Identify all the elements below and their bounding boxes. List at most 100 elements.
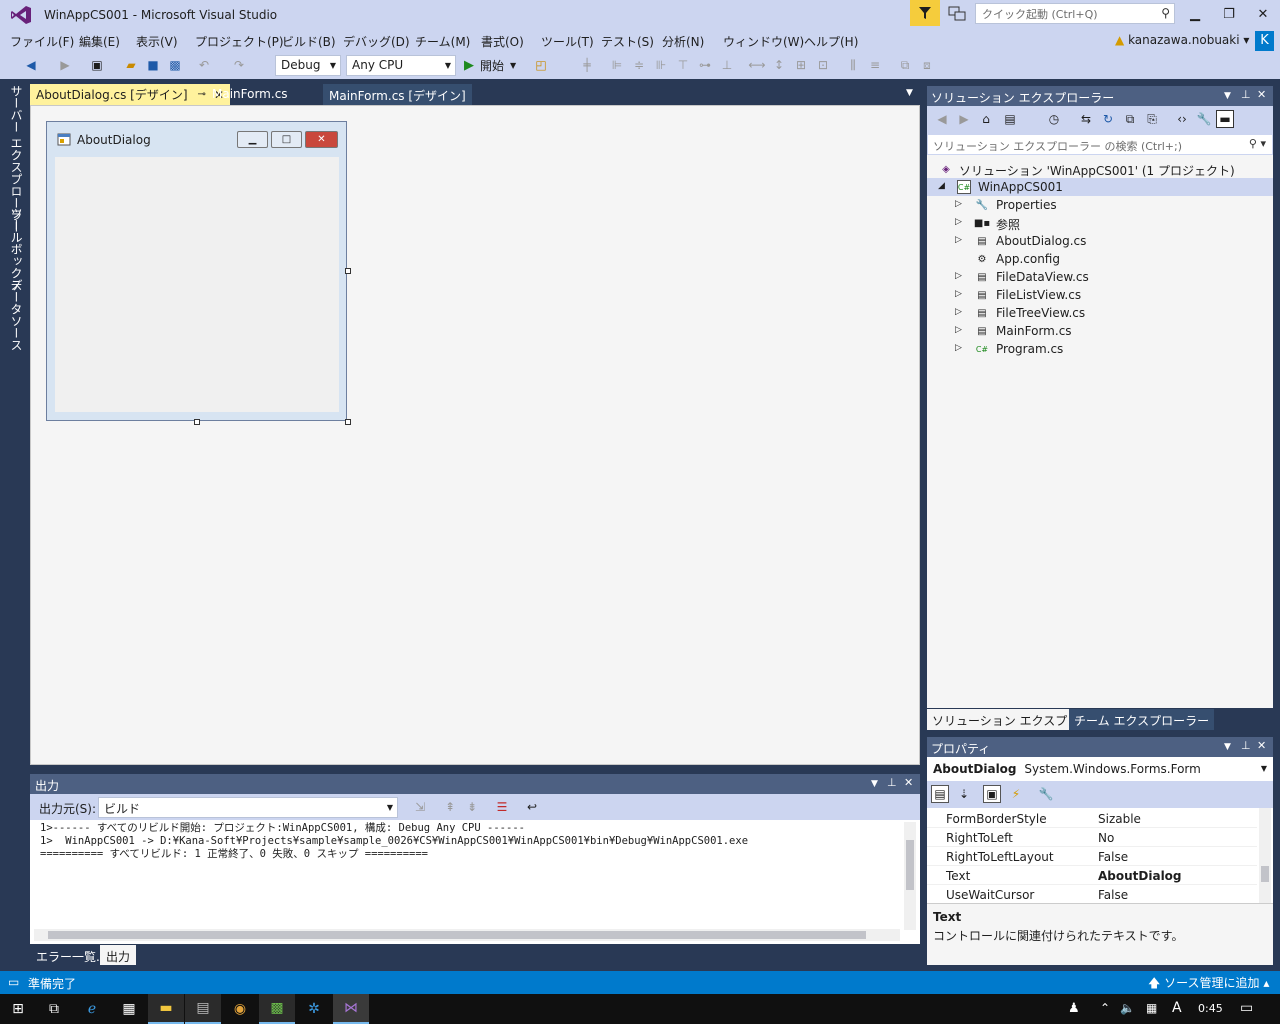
resize-handle-corner[interactable] xyxy=(345,419,351,425)
quick-launch-input[interactable]: クイック起動 (Ctrl+Q) ⚲ xyxy=(975,3,1175,24)
notification-filter-button[interactable] xyxy=(910,0,940,26)
menu-build[interactable]: ビルド(B) xyxy=(282,33,336,50)
back-icon[interactable]: ◀ xyxy=(22,56,40,74)
clear-all-icon[interactable]: ☰ xyxy=(493,798,511,816)
tree-item-program[interactable]: ▷ C# Program.cs xyxy=(927,340,1273,358)
windows-start-icon[interactable]: ⊞ xyxy=(0,994,36,1024)
network-app-icon[interactable]: ✲ xyxy=(296,994,332,1024)
undo-icon[interactable]: ↶ xyxy=(195,56,213,74)
menu-analyze[interactable]: 分析(N) xyxy=(662,33,704,50)
redo-icon[interactable]: ↷ xyxy=(230,56,248,74)
tab-mainform-cs[interactable]: MainForm.cs xyxy=(206,84,294,105)
tree-item-references[interactable]: ▷ ■▪ 参照 xyxy=(927,214,1273,232)
sync-icon[interactable]: ⇆ xyxy=(1077,110,1095,128)
collapsed-arrow-icon[interactable]: ▷ xyxy=(955,343,962,353)
form-close-button[interactable]: ✕ xyxy=(305,131,338,148)
tab-mainform-design[interactable]: MainForm.cs [デザイン] xyxy=(323,84,472,105)
align-center-icon[interactable]: ≑ xyxy=(630,56,648,74)
align-right-icon[interactable]: ⊪ xyxy=(652,56,670,74)
menu-view[interactable]: 表示(V) xyxy=(136,33,178,50)
tree-item-aboutdialog[interactable]: ▷ ▤ AboutDialog.cs xyxy=(927,232,1273,250)
source-control-button[interactable]: 🡅 ソース管理に追加 ▴ xyxy=(1148,974,1269,995)
pin-icon[interactable]: ⊸ xyxy=(198,89,206,100)
property-pages-icon[interactable]: 🔧 xyxy=(1037,785,1055,803)
menu-debug[interactable]: デバッグ(D) xyxy=(343,33,410,50)
align-icon[interactable]: ╪ xyxy=(578,56,596,74)
menu-test[interactable]: テスト(S) xyxy=(601,33,654,50)
output-horizontal-scrollbar[interactable] xyxy=(34,929,900,941)
preview-icon[interactable]: ▬ xyxy=(1216,110,1234,128)
pr-menu-icon[interactable]: ▼ xyxy=(1224,742,1231,752)
collapse-all-icon[interactable]: ⧉ xyxy=(1121,110,1139,128)
se-back-icon[interactable]: ◀ xyxy=(933,110,951,128)
notepad-icon[interactable]: ▤ xyxy=(185,994,221,1024)
tree-item-filetreeview[interactable]: ▷ ▤ FileTreeView.cs xyxy=(927,304,1273,322)
collapsed-arrow-icon[interactable]: ▷ xyxy=(955,325,962,335)
menu-project[interactable]: プロジェクト(P) xyxy=(195,33,284,50)
form-client-area[interactable] xyxy=(55,157,339,412)
bring-to-front-icon[interactable]: ⧉ xyxy=(896,56,914,74)
volume-icon[interactable]: 🔈 xyxy=(1120,1001,1135,1015)
collapsed-arrow-icon[interactable]: ▷ xyxy=(955,217,962,227)
user-account[interactable]: ▲ kanazawa.nobuaki ▾ xyxy=(1115,33,1249,47)
forward-icon[interactable]: ▶ xyxy=(56,56,74,74)
menu-file[interactable]: ファイル(F) xyxy=(10,33,74,50)
tree-item-filelistview[interactable]: ▷ ▤ FileListView.cs xyxy=(927,286,1273,304)
feedback-icon[interactable] xyxy=(948,6,966,22)
notifications-icon[interactable]: ▭ xyxy=(1240,1000,1253,1016)
pending-changes-icon[interactable]: ◷ xyxy=(1045,110,1063,128)
open-file-icon[interactable]: ▰ xyxy=(122,56,140,74)
properties-object-select[interactable]: AboutDialog System.Windows.Forms.Form ▼ xyxy=(927,757,1273,781)
make-same-height-icon[interactable]: ↕ xyxy=(770,56,788,74)
collapsed-arrow-icon[interactable]: ▷ xyxy=(955,307,962,317)
menu-format[interactable]: 書式(O) xyxy=(481,33,524,50)
new-project-icon[interactable]: ▣ xyxy=(88,56,106,74)
property-value[interactable]: No xyxy=(1098,831,1114,845)
property-value[interactable]: False xyxy=(1098,850,1128,864)
properties-wrench-icon[interactable]: 🔧 xyxy=(1195,110,1213,128)
property-value[interactable]: False xyxy=(1098,888,1128,902)
find-icon[interactable]: ◰ xyxy=(532,56,550,74)
expanded-arrow-icon[interactable]: ◢ xyxy=(938,181,945,191)
property-row[interactable]: UseWaitCursor False xyxy=(927,885,1257,904)
people-icon[interactable]: ♟ xyxy=(1068,1001,1080,1016)
file-explorer-icon[interactable]: ▬ xyxy=(148,994,184,1024)
align-top-icon[interactable]: ⊤ xyxy=(674,56,692,74)
tree-item-appconfig[interactable]: ⚙ App.config xyxy=(927,250,1273,268)
pr-close-icon[interactable]: ✕ xyxy=(1257,739,1266,752)
collapsed-arrow-icon[interactable]: ▷ xyxy=(955,199,962,209)
pr-pin-icon[interactable]: ⊥ xyxy=(1241,739,1251,752)
tab-team-explorer[interactable]: チーム エクスプローラー xyxy=(1069,709,1215,730)
menu-team[interactable]: チーム(M) xyxy=(415,33,470,50)
tree-item-project[interactable]: ◢ C# WinAppCS001 xyxy=(927,178,1273,196)
resize-handle-right[interactable] xyxy=(345,268,351,274)
goto-message-icon[interactable]: ⇲ xyxy=(411,798,429,816)
word-wrap-icon[interactable]: ↩ xyxy=(523,798,541,816)
property-row[interactable]: RightToLeftLayout False xyxy=(927,847,1257,866)
events-lightning-icon[interactable]: ⚡ xyxy=(1007,785,1025,803)
platform-select[interactable]: Any CPU ▼ xyxy=(346,55,456,76)
property-row[interactable]: FormBorderStyle Sizable xyxy=(927,809,1257,828)
next-message-icon[interactable]: ⇟ xyxy=(463,798,481,816)
clock[interactable]: 0:45 xyxy=(1198,1002,1223,1015)
edge-icon[interactable]: ℯ xyxy=(74,994,110,1024)
calculator-icon[interactable]: ▦ xyxy=(111,994,147,1024)
switch-views-icon[interactable]: ▤ xyxy=(1001,110,1019,128)
property-row[interactable]: RightToLeft No xyxy=(927,828,1257,847)
tab-overflow-icon[interactable]: ▼ xyxy=(906,88,913,98)
collapsed-arrow-icon[interactable]: ▷ xyxy=(955,271,962,281)
view-code-icon[interactable]: ‹› xyxy=(1173,110,1191,128)
tree-item-properties[interactable]: ▷ 🔧 Properties xyxy=(927,196,1273,214)
horizontal-spacing-icon[interactable]: ⫼ xyxy=(844,56,862,74)
align-left-icon[interactable]: ⊫ xyxy=(608,56,626,74)
output-text[interactable]: 1>------ すべてのリビルド開始: プロジェクト:WinAppCS001,… xyxy=(30,820,920,944)
solution-explorer-search[interactable]: ソリューション エクスプローラー の検索 (Ctrl+;) ⚲ ▾ xyxy=(927,134,1273,155)
collapsed-arrow-icon[interactable]: ▷ xyxy=(955,235,962,245)
se-menu-icon[interactable]: ▼ xyxy=(1224,91,1231,101)
output-close-icon[interactable]: ✕ xyxy=(904,776,913,789)
refresh-icon[interactable]: ↻ xyxy=(1099,110,1117,128)
user-avatar[interactable]: K xyxy=(1255,31,1274,51)
property-value[interactable]: Sizable xyxy=(1098,812,1141,826)
tab-output[interactable]: 出力 xyxy=(100,945,137,965)
prev-message-icon[interactable]: ⇞ xyxy=(441,798,459,816)
